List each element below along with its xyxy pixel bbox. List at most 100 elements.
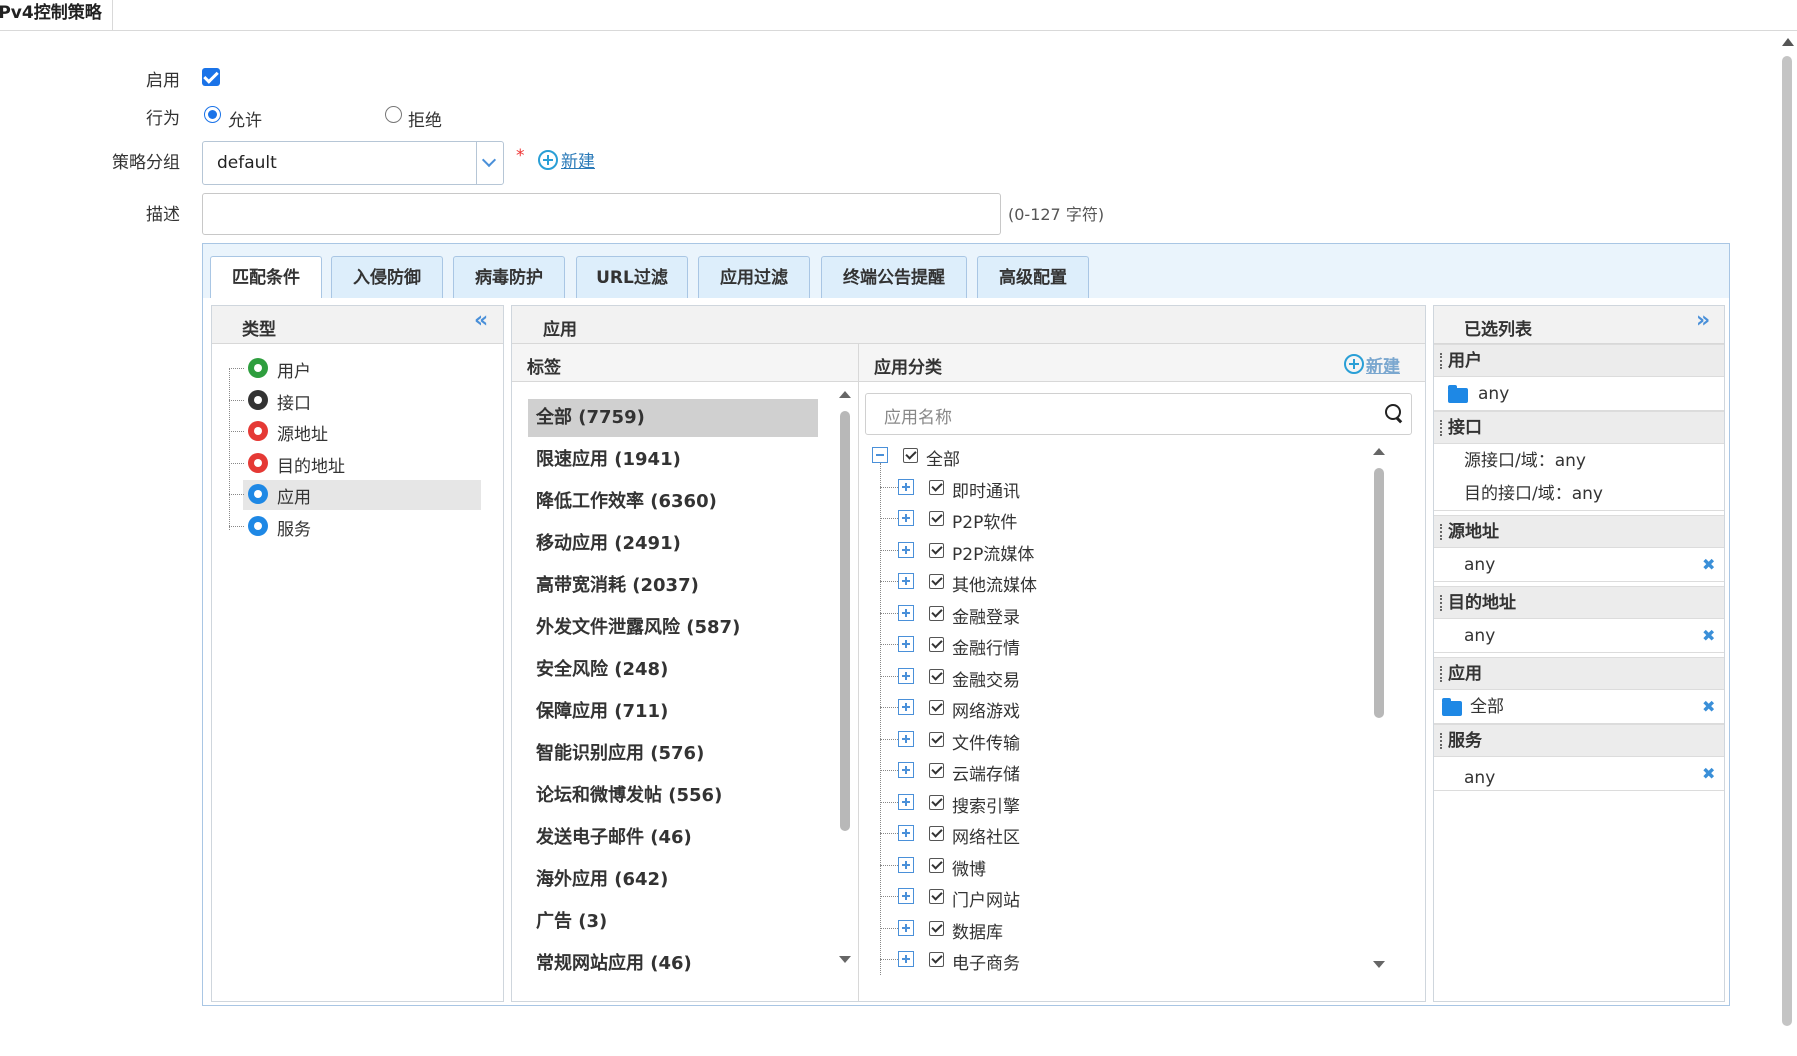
category-row[interactable]: 文件传输 xyxy=(868,729,1368,754)
checkbox-icon[interactable] xyxy=(929,826,944,841)
remove-icon[interactable]: ✖ xyxy=(1702,548,1715,582)
remove-icon[interactable]: ✖ xyxy=(1702,690,1715,724)
category-row[interactable]: 搜索引擎 xyxy=(868,792,1368,817)
tag-item[interactable]: 常规网站应用 (46) xyxy=(528,945,818,983)
tag-item[interactable]: 全部 (7759) xyxy=(528,399,818,437)
tab-7[interactable]: 高级配置 xyxy=(977,256,1089,298)
checkbox-icon[interactable] xyxy=(929,763,944,778)
tab-4[interactable]: URL过滤 xyxy=(576,256,688,298)
collapse-icon[interactable] xyxy=(872,447,888,463)
tree-root-row[interactable]: 全部 xyxy=(868,445,1368,470)
type-item-label[interactable]: 应用 xyxy=(277,483,311,508)
scroll-up-icon[interactable] xyxy=(1782,38,1794,46)
expand-icon[interactable] xyxy=(898,919,914,936)
scroll-down-icon[interactable] xyxy=(1373,961,1385,968)
remove-icon[interactable]: ✖ xyxy=(1702,757,1715,791)
chevron-down-icon[interactable] xyxy=(476,142,503,184)
expand-icon[interactable] xyxy=(898,888,914,904)
tab-1[interactable]: 匹配条件 xyxy=(210,256,322,299)
category-row[interactable]: 其他流媒体 xyxy=(868,571,1368,596)
type-item-label[interactable]: 服务 xyxy=(277,515,311,540)
tab-5[interactable]: 应用过滤 xyxy=(698,256,810,298)
expand-icon[interactable] xyxy=(898,951,914,967)
new-category-link[interactable]: 新建 xyxy=(1366,352,1400,377)
tag-item[interactable]: 降低工作效率 (6360) xyxy=(528,483,818,521)
checkbox-icon[interactable] xyxy=(929,479,944,495)
enable-checkbox[interactable] xyxy=(202,68,220,86)
tag-item[interactable]: 论坛和微博发帖 (556) xyxy=(528,777,818,815)
remove-icon[interactable]: ✖ xyxy=(1702,619,1715,653)
checkbox-icon[interactable] xyxy=(929,731,944,747)
checkbox-icon[interactable] xyxy=(929,920,944,936)
tag-item[interactable]: 高带宽消耗 (2037) xyxy=(528,567,818,605)
expand-icon[interactable] xyxy=(898,636,914,652)
type-item-label[interactable]: 源地址 xyxy=(277,420,328,445)
expand-icon[interactable] xyxy=(898,730,914,747)
search-icon[interactable] xyxy=(1385,404,1401,420)
category-row[interactable]: 金融交易 xyxy=(868,666,1368,691)
tag-item[interactable]: 发送电子邮件 (46) xyxy=(528,819,818,857)
desc-input[interactable] xyxy=(202,193,1001,235)
category-row[interactable]: 电子商务 xyxy=(868,949,1368,974)
category-scrollbar[interactable] xyxy=(1373,448,1385,968)
category-row[interactable]: 网络社区 xyxy=(868,823,1368,848)
type-item-label[interactable]: 用户 xyxy=(277,357,311,382)
expand-icon[interactable] xyxy=(898,825,914,841)
tab-3[interactable]: 病毒防护 xyxy=(453,256,565,298)
tag-item[interactable]: 外发文件泄露风险 (587) xyxy=(528,609,818,647)
expand-icon[interactable] xyxy=(898,478,914,495)
checkbox-icon[interactable] xyxy=(929,605,944,621)
tag-item[interactable]: 广告 (3) xyxy=(528,903,818,941)
checkbox-icon[interactable] xyxy=(929,511,944,526)
tag-item[interactable]: 海外应用 (642) xyxy=(528,861,818,899)
tag-item[interactable]: 安全风险 (248) xyxy=(528,651,818,689)
category-row[interactable]: 微博 xyxy=(868,855,1368,880)
expand-icon[interactable]: » xyxy=(1696,308,1710,333)
expand-icon[interactable] xyxy=(898,762,914,778)
expand-icon[interactable] xyxy=(898,573,914,589)
tag-item[interactable]: 限速应用 (1941) xyxy=(528,441,818,479)
tab-2[interactable]: 入侵防御 xyxy=(331,256,443,298)
scroll-thumb[interactable] xyxy=(840,411,850,831)
category-row[interactable]: P2P流媒体 xyxy=(868,540,1368,565)
scroll-down-icon[interactable] xyxy=(839,956,851,963)
type-item-label[interactable]: 目的地址 xyxy=(277,452,345,477)
checkbox-icon[interactable] xyxy=(929,668,944,684)
checkbox-icon[interactable] xyxy=(929,542,944,558)
deny-radio[interactable] xyxy=(385,106,402,123)
expand-icon[interactable] xyxy=(898,541,914,558)
tab-6[interactable]: 终端公告提醒 xyxy=(821,256,967,298)
add-circle-icon[interactable] xyxy=(538,150,558,170)
allow-radio[interactable] xyxy=(204,106,221,123)
scroll-up-icon[interactable] xyxy=(839,391,851,398)
expand-icon[interactable] xyxy=(898,856,914,873)
group-select[interactable]: default xyxy=(202,141,504,185)
tag-item[interactable]: 智能识别应用 (576) xyxy=(528,735,818,773)
checkbox-icon[interactable] xyxy=(929,889,944,904)
app-search-input[interactable]: 应用名称 xyxy=(865,393,1412,435)
scroll-thumb[interactable] xyxy=(1374,468,1384,718)
category-row[interactable]: 门户网站 xyxy=(868,886,1368,911)
category-row[interactable]: 网络游戏 xyxy=(868,697,1368,722)
tag-item[interactable]: 保障应用 (711) xyxy=(528,693,818,731)
scroll-up-icon[interactable] xyxy=(1373,448,1385,455)
expand-icon[interactable] xyxy=(898,667,914,684)
category-row[interactable]: 云端存储 xyxy=(868,760,1368,785)
checkbox-icon[interactable] xyxy=(903,448,918,463)
checkbox-icon[interactable] xyxy=(929,700,944,715)
new-group-link[interactable]: 新建 xyxy=(561,147,595,172)
checkbox-icon[interactable] xyxy=(929,857,944,873)
expand-icon[interactable] xyxy=(898,510,914,526)
category-row[interactable]: P2P软件 xyxy=(868,508,1368,533)
expand-icon[interactable] xyxy=(898,604,914,621)
add-circle-icon[interactable] xyxy=(1344,354,1364,374)
checkbox-icon[interactable] xyxy=(929,574,944,589)
deny-label[interactable]: 拒绝 xyxy=(408,106,442,131)
page-scrollbar[interactable] xyxy=(1780,34,1796,1034)
type-item-label[interactable]: 接口 xyxy=(277,389,311,414)
category-row[interactable]: 数据库 xyxy=(868,918,1368,943)
category-row[interactable]: 即时通讯 xyxy=(868,477,1368,502)
page-tab[interactable]: IPv4控制策略 xyxy=(0,0,113,30)
tags-scrollbar[interactable] xyxy=(839,391,851,963)
expand-icon[interactable] xyxy=(898,793,914,810)
